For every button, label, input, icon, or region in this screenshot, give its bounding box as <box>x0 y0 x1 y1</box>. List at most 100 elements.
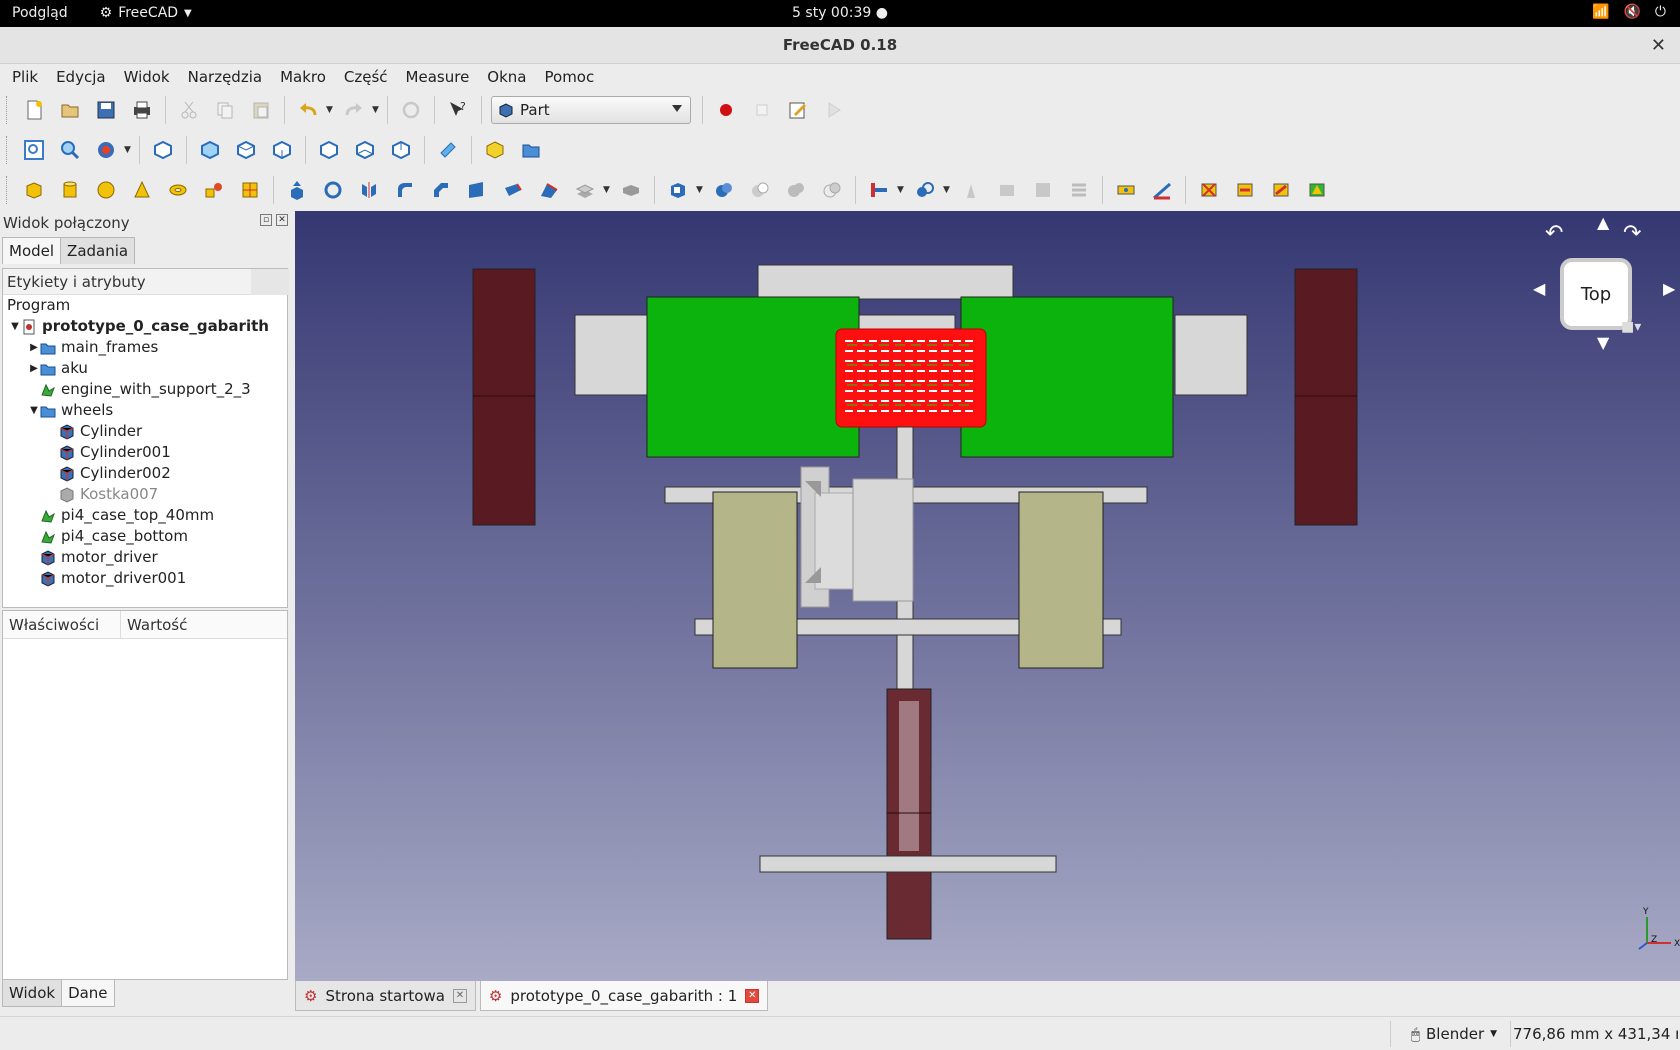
split-dropdown-icon[interactable]: ▼ <box>943 185 953 195</box>
3d-viewport[interactable]: Y Z X ▲ ▼ ◀ ▶ ↶ ↷ Top ■▾ <box>295 211 1680 981</box>
pi4-case[interactable] <box>835 328 987 428</box>
chamfer-icon[interactable] <box>425 174 457 206</box>
cube-icon[interactable] <box>18 174 50 206</box>
tab-document[interactable]: ⚙ prototype_0_case_gabarith : 1 ✕ <box>479 981 769 1011</box>
close-tab-icon[interactable]: ✕ <box>745 988 760 1003</box>
menu-czesc[interactable]: Część <box>338 64 394 91</box>
expanded-arrow-icon[interactable]: ▼ <box>28 400 40 421</box>
mirror-icon[interactable] <box>353 174 385 206</box>
cross-sections-icon[interactable] <box>1063 174 1095 206</box>
tree-item[interactable]: motor_driver001 <box>3 568 287 589</box>
tree-item[interactable]: Cylinder001 <box>3 442 287 463</box>
view-bottom-icon[interactable] <box>349 134 381 166</box>
close-panel-icon[interactable]: ✕ <box>276 214 288 226</box>
thickness-icon[interactable] <box>615 174 647 206</box>
menu-pomoc[interactable]: Pomoc <box>539 64 601 91</box>
offset-icon[interactable] <box>569 174 601 206</box>
redo-icon[interactable] <box>338 94 370 126</box>
wheel-front[interactable] <box>886 688 932 940</box>
tree-item[interactable]: ▼ prototype_0_case_gabarith <box>3 316 287 337</box>
close-window-button[interactable]: ✕ <box>1651 27 1666 64</box>
engine-with-support[interactable] <box>800 466 914 608</box>
sphere-icon[interactable] <box>90 174 122 206</box>
bottom-frame[interactable] <box>759 855 1057 873</box>
create-group-icon[interactable] <box>515 134 547 166</box>
cut-shape-icon[interactable] <box>744 174 776 206</box>
tab-model[interactable]: Model <box>2 237 62 264</box>
clock[interactable]: 5 sty 00:39 <box>792 5 871 21</box>
tree-item[interactable]: ▶ aku <box>3 358 287 379</box>
menu-okna[interactable]: Okna <box>481 64 532 91</box>
measure-angular-icon[interactable] <box>1146 174 1178 206</box>
tree-item[interactable]: Cylinder002 <box>3 463 287 484</box>
compound-dropdown-icon[interactable]: ▼ <box>696 185 706 195</box>
view-right-icon[interactable] <box>266 134 298 166</box>
rotate-ccw-icon[interactable]: ↶ <box>1545 221 1563 246</box>
tab-dane[interactable]: Dane <box>61 980 115 1007</box>
macro-stop-icon[interactable] <box>746 94 778 126</box>
tree-item[interactable]: Cylinder <box>3 421 287 442</box>
undo-dropdown-icon[interactable]: ▼ <box>326 105 336 115</box>
draw-style-dropdown-icon[interactable]: ▼ <box>124 145 134 155</box>
view-top-icon[interactable] <box>230 134 262 166</box>
print-icon[interactable] <box>126 94 158 126</box>
tree-item[interactable]: Kostka007 <box>3 484 287 505</box>
fit-selection-icon[interactable] <box>54 134 86 166</box>
measure-linear-icon[interactable] <box>1110 174 1142 206</box>
tab-widok[interactable]: Widok <box>2 980 63 1007</box>
loft-icon[interactable] <box>533 174 565 206</box>
draw-style-icon[interactable] <box>90 134 122 166</box>
menu-edycja[interactable]: Edycja <box>50 64 111 91</box>
view-front-icon[interactable] <box>194 134 226 166</box>
tree-item[interactable]: ▼ wheels <box>3 400 287 421</box>
side-frame-right[interactable] <box>1174 314 1248 396</box>
measure-distance-icon[interactable] <box>432 134 464 166</box>
wheel-left[interactable] <box>472 268 536 526</box>
whats-this-icon[interactable]: ? <box>442 94 474 126</box>
tree-item[interactable]: pi4_case_bottom <box>3 526 287 547</box>
make-face-icon[interactable] <box>461 174 493 206</box>
menu-widok[interactable]: Widok <box>118 64 176 91</box>
nav-cube-menu-icon[interactable]: ■▾ <box>1621 319 1641 335</box>
save-icon[interactable] <box>90 94 122 126</box>
top-frame[interactable] <box>757 264 1014 300</box>
tab-zadania[interactable]: Zadania <box>60 237 136 264</box>
refresh-icon[interactable] <box>395 94 427 126</box>
tree-item[interactable]: engine_with_support_2_3 <box>3 379 287 400</box>
measure-toggle-delta-icon[interactable] <box>1301 174 1333 206</box>
undo-icon[interactable] <box>292 94 324 126</box>
activities-button[interactable]: Podgląd <box>12 5 68 21</box>
menu-plik[interactable]: Plik <box>6 64 44 91</box>
open-document-icon[interactable] <box>54 94 86 126</box>
defeaturing-icon[interactable] <box>991 174 1023 206</box>
macro-record-icon[interactable] <box>710 94 742 126</box>
close-tab-icon[interactable]: ✕ <box>452 988 467 1003</box>
tab-start-page[interactable]: ⚙ Strona startowa ✕ <box>295 981 476 1011</box>
model-scene[interactable]: Y Z X <box>295 211 1680 981</box>
nav-right-arrow-icon[interactable]: ▶ <box>1663 279 1675 298</box>
new-document-icon[interactable] <box>18 94 50 126</box>
toolbar-grip[interactable] <box>6 136 10 164</box>
macro-edit-icon[interactable] <box>782 94 814 126</box>
value-column-header[interactable]: Wartość <box>121 611 193 638</box>
create-part-icon[interactable] <box>479 134 511 166</box>
menu-narzedzia[interactable]: Narzędzia <box>182 64 268 91</box>
view-isometric-icon[interactable] <box>147 134 179 166</box>
check-geometry-icon[interactable] <box>955 174 987 206</box>
measure-clear-icon[interactable] <box>1193 174 1225 206</box>
nav-down-arrow-icon[interactable]: ▼ <box>1597 333 1609 352</box>
property-view[interactable]: Właściwości Wartość <box>2 610 288 980</box>
nav-up-arrow-icon[interactable]: ▲ <box>1597 213 1609 232</box>
join-dropdown-icon[interactable]: ▼ <box>897 185 907 195</box>
float-panel-icon[interactable]: ▫ <box>260 214 272 226</box>
battery-left[interactable] <box>646 296 860 458</box>
menu-measure[interactable]: Measure <box>400 64 476 91</box>
toolbar-grip[interactable] <box>6 96 10 124</box>
motor-driver-left[interactable] <box>712 491 798 669</box>
common-icon[interactable] <box>816 174 848 206</box>
rotate-cw-icon[interactable]: ↷ <box>1623 221 1641 246</box>
collapsed-arrow-icon[interactable]: ▶ <box>28 358 40 379</box>
section-icon[interactable] <box>1027 174 1059 206</box>
fuse-icon[interactable] <box>780 174 812 206</box>
workbench-selector[interactable]: Part <box>491 96 691 124</box>
